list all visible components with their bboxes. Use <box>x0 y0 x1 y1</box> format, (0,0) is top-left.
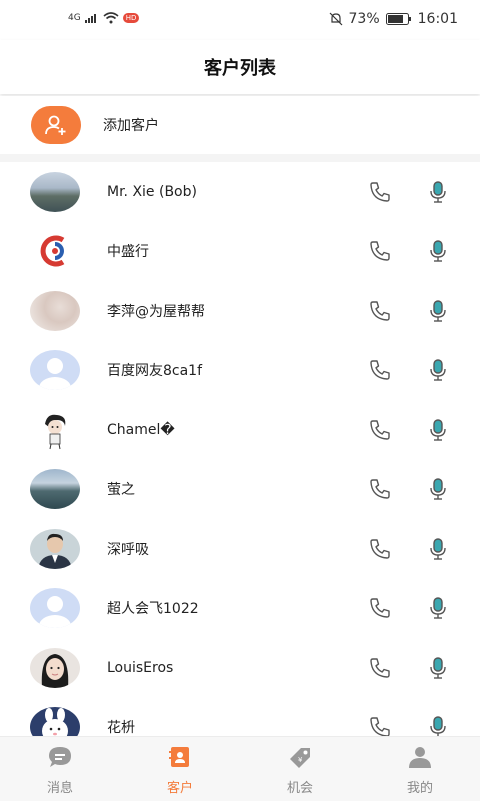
avatar <box>30 231 80 272</box>
phone-icon[interactable] <box>368 299 392 323</box>
add-customer-label: 添加客户 <box>103 118 159 134</box>
microphone-icon[interactable] <box>427 596 449 620</box>
tab-me[interactable]: 我的 <box>380 745 460 796</box>
phone-icon[interactable] <box>368 596 392 620</box>
contact-row[interactable]: 超人会飞1022 <box>0 579 480 639</box>
contact-name: LouisEros <box>107 659 174 676</box>
avatar <box>30 409 80 450</box>
status-left: 4G HD <box>68 12 140 24</box>
add-customer-row[interactable]: 添加客户 <box>0 96 480 154</box>
avatar <box>30 528 80 569</box>
phone-icon[interactable] <box>368 656 392 680</box>
contact-row[interactable]: Chamel� <box>0 400 480 460</box>
add-user-icon <box>31 106 81 144</box>
tag-icon: ¥ <box>290 748 310 768</box>
contact-row[interactable]: LouisEros <box>0 638 480 698</box>
avatar <box>30 350 80 391</box>
status-right: 73% 16:01 <box>329 11 458 27</box>
microphone-icon[interactable] <box>427 477 449 501</box>
battery-percent: 73% <box>348 11 380 27</box>
contact-name: 萤之 <box>107 482 135 499</box>
contact-name: 花枡 <box>107 720 135 736</box>
microphone-icon[interactable] <box>427 418 449 442</box>
contact-row[interactable]: 李萍@为屋帮帮 <box>0 281 480 341</box>
svg-text:¥: ¥ <box>298 756 303 764</box>
avatar <box>30 290 80 331</box>
tab-label: 消息 <box>46 781 73 796</box>
phone-icon[interactable] <box>368 477 392 501</box>
contact-row[interactable]: 中盛行 <box>0 222 480 282</box>
contact-name: Chamel� <box>107 421 175 438</box>
phone-icon[interactable] <box>368 180 392 204</box>
page-title: 客户列表 <box>204 58 276 79</box>
microphone-icon[interactable] <box>427 358 449 382</box>
message-icon <box>49 747 71 767</box>
avatar <box>30 469 80 510</box>
microphone-icon[interactable] <box>427 180 449 204</box>
person-icon <box>409 747 431 768</box>
phone-icon[interactable] <box>368 537 392 561</box>
microphone-icon[interactable] <box>427 299 449 323</box>
contact-name: Mr. Xie (Bob) <box>107 183 197 200</box>
contact-name: 中盛行 <box>107 244 149 261</box>
phone-icon[interactable] <box>368 715 392 736</box>
microphone-icon[interactable] <box>427 239 449 263</box>
section-divider <box>0 154 480 162</box>
contact-row[interactable]: Mr. Xie (Bob) <box>0 162 480 222</box>
contact-row[interactable]: 萤之 <box>0 460 480 520</box>
title-bar: 客户列表 <box>0 40 480 94</box>
contact-row[interactable]: 百度网友8ca1f <box>0 341 480 401</box>
bottom-tab-bar: 消息 客户 ¥ 机会 我的 <box>0 736 480 801</box>
contact-row[interactable]: 深呼吸 <box>0 519 480 579</box>
avatar <box>30 707 80 736</box>
avatar <box>30 647 80 688</box>
tab-label: 我的 <box>406 781 433 796</box>
phone-icon[interactable] <box>368 358 392 382</box>
phone-icon[interactable] <box>368 418 392 442</box>
status-time: 16:01 <box>417 11 458 27</box>
hd-badge: HD <box>122 13 140 23</box>
contact-row[interactable]: 花枡 <box>0 698 480 736</box>
tab-customers[interactable]: 客户 <box>140 745 220 796</box>
microphone-icon[interactable] <box>427 656 449 680</box>
signal-icon <box>84 14 96 23</box>
network-label: 4G <box>68 13 81 23</box>
tab-messages[interactable]: 消息 <box>20 745 100 796</box>
contacts-icon <box>169 747 189 767</box>
contact-list: Mr. Xie (Bob) 中盛行 李萍@为屋帮帮 百度网友8ca1f Cham… <box>0 162 480 736</box>
tab-opportunities[interactable]: ¥ 机会 <box>260 745 340 796</box>
phone-icon[interactable] <box>368 239 392 263</box>
avatar <box>30 171 80 212</box>
contact-name: 深呼吸 <box>107 541 149 558</box>
contact-name: 百度网友8ca1f <box>107 363 203 380</box>
tab-label: 客户 <box>166 781 193 796</box>
contact-name: 李萍@为屋帮帮 <box>107 303 205 320</box>
contact-name: 超人会飞1022 <box>107 601 199 618</box>
status-bar: 4G HD 73% 16:01 <box>0 0 480 40</box>
battery-icon <box>385 13 411 25</box>
avatar <box>30 588 80 629</box>
mute-icon <box>329 12 342 26</box>
wifi-icon <box>103 12 119 24</box>
microphone-icon[interactable] <box>427 715 449 736</box>
tab-label: 机会 <box>286 781 313 796</box>
microphone-icon[interactable] <box>427 537 449 561</box>
